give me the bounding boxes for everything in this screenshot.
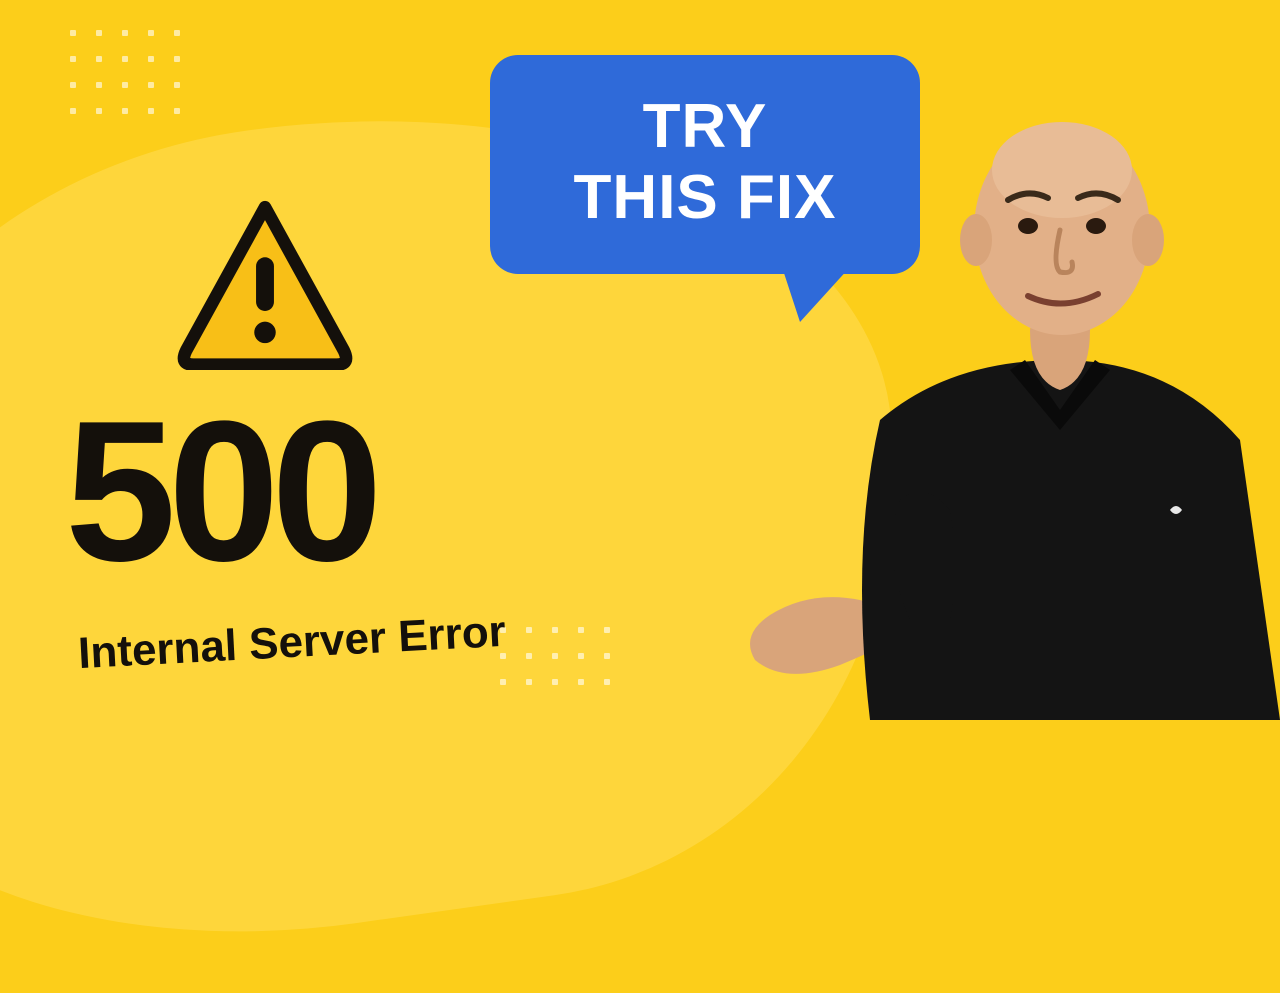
decorative-dots-bottom — [500, 627, 610, 685]
warning-icon — [175, 200, 355, 370]
decorative-dots-top — [70, 30, 180, 114]
presenter-photo — [700, 80, 1280, 720]
error-code: 500 — [65, 392, 375, 592]
